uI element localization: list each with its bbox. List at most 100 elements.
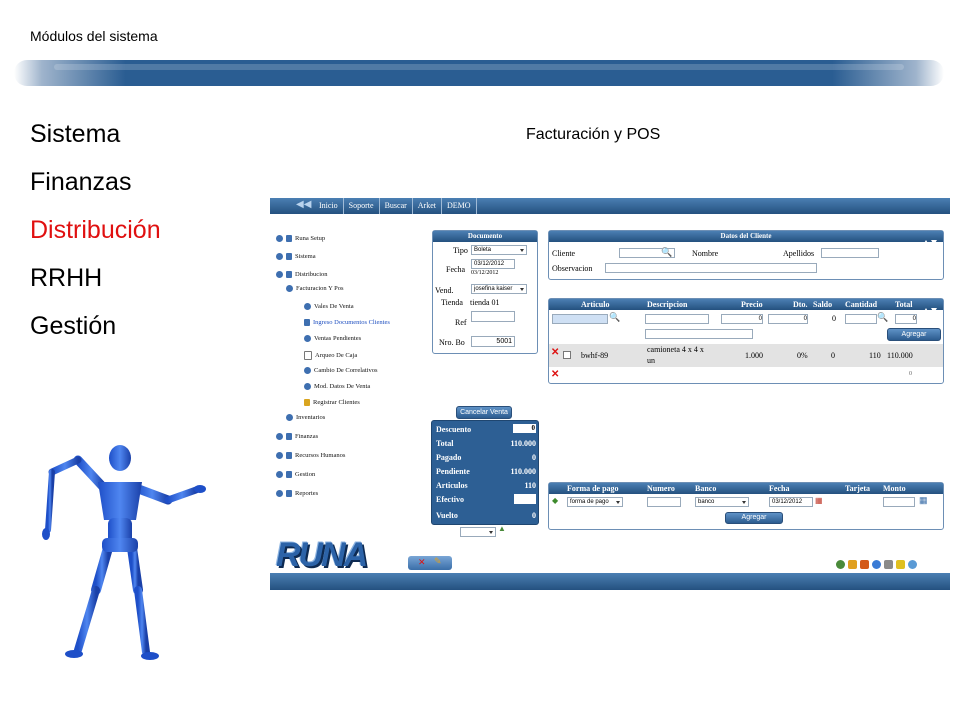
globe-icon[interactable] [872, 560, 881, 569]
precio-input[interactable]: 0 [721, 314, 763, 324]
nav-inicio[interactable]: Inicio [314, 198, 344, 214]
apellidos-input[interactable] [821, 248, 879, 258]
banco-select[interactable]: banco [695, 497, 749, 507]
nav-buscar[interactable]: Buscar [380, 198, 413, 214]
warning-icon[interactable] [848, 560, 857, 569]
search-icon[interactable]: 🔍 [877, 312, 888, 323]
vuelto-row: Vuelto 0 [436, 511, 536, 520]
search-icon[interactable]: 🔍 [661, 247, 672, 258]
search-icon[interactable]: 🔍 [609, 312, 620, 323]
tree-item-distribucion[interactable]: Distribucion [276, 271, 328, 278]
collapse-arrows-icon[interactable] [921, 300, 941, 313]
document-icon [304, 351, 312, 360]
gear-icon [304, 383, 311, 390]
tree-item-finanzas[interactable]: Finanzas [276, 433, 318, 440]
observacion-input[interactable] [605, 263, 817, 273]
help-icon[interactable] [908, 560, 917, 569]
tree-item-facturacion[interactable]: Facturacion Y Pos [286, 285, 344, 292]
tree-item-reportes[interactable]: Reportes [276, 490, 318, 497]
documento-panel: Documento Tipo Boleta Fecha 03/12/2012 0… [432, 230, 538, 354]
menu-item-rrhh[interactable]: RRHH [30, 264, 102, 293]
module-icon [286, 433, 292, 440]
tree-item-registrar[interactable]: Registrar Clientes [304, 399, 360, 406]
pendiente-row: Pendiente 110.000 [436, 467, 536, 476]
tree-item-vales[interactable]: Vales De Venta [304, 303, 354, 310]
total-input[interactable]: 0 [895, 314, 917, 324]
item-dto: 0% [797, 351, 808, 360]
gear-icon [304, 367, 311, 374]
ref-input[interactable] [471, 311, 515, 322]
delete-icon[interactable]: ✕ [551, 370, 559, 380]
menu-item-distribucion[interactable]: Distribución [30, 216, 161, 245]
nav-demo[interactable]: DEMO [442, 198, 477, 214]
pagado-row: Pagado 0 [436, 453, 536, 462]
tree-item-rrhh[interactable]: Recursos Humanos [276, 452, 345, 459]
tree-item-sistema[interactable]: Sistema [276, 253, 316, 260]
module-icon [286, 271, 292, 278]
efectivo-input[interactable] [514, 494, 536, 504]
tipo-select[interactable]: Boleta [471, 245, 527, 255]
item-descripcion-2: un [647, 356, 655, 365]
payment-icon[interactable]: ◆ [552, 496, 558, 505]
tree-item-gestion[interactable]: Gestion [276, 471, 315, 478]
collapse-arrows-icon[interactable] [921, 232, 941, 245]
settings-icon[interactable] [884, 560, 893, 569]
numero-input[interactable] [647, 497, 681, 507]
agregar-pago-button[interactable]: Agregar [725, 512, 783, 524]
descripcion-input[interactable] [645, 314, 709, 324]
nav-arket[interactable]: Arket [413, 198, 442, 214]
monto-input[interactable] [883, 497, 915, 507]
money-icon[interactable]: ▲ [498, 524, 506, 533]
tray-icons [836, 560, 917, 569]
menu-item-sistema[interactable]: Sistema [30, 120, 120, 149]
tienda-label: Tienda [441, 298, 463, 307]
articulos-panel: Articulo Descripcion Precio Dto. Saldo C… [548, 298, 944, 384]
bottom-tool-group[interactable]: ✕ ✎ [408, 556, 452, 570]
tree-item-ventas[interactable]: Ventas Pendientes [304, 335, 361, 342]
descuento-input[interactable]: 0 [513, 424, 536, 433]
menu-item-finanzas[interactable]: Finanzas [30, 168, 131, 197]
row-checkbox[interactable] [563, 351, 571, 359]
check-icon [276, 235, 283, 242]
vend-select[interactable]: josefina kaiser [471, 284, 527, 294]
dto-input[interactable]: 0 [768, 314, 808, 324]
tree-item-ingreso[interactable]: Ingreso Documentos Clientes [304, 319, 390, 326]
tree-item-cambio[interactable]: Cambio De Correlativos [304, 367, 378, 374]
tree-item-arqueo[interactable]: Arqueo De Caja [304, 351, 357, 360]
nrobo-input[interactable]: 5001 [471, 336, 515, 347]
cancelar-venta-button[interactable]: Cancelar Venta [456, 406, 512, 419]
figure-illustration [42, 445, 206, 660]
articulos-row: Articulos 110 [436, 481, 536, 490]
col-banco: Banco [695, 484, 717, 493]
module-icon [286, 452, 292, 459]
fecha-input[interactable]: 03/12/2012 [471, 259, 515, 269]
forma-pago-select[interactable]: forma de pago [567, 497, 623, 507]
nav-soporte[interactable]: Soporte [344, 198, 380, 214]
user-icon[interactable] [896, 560, 905, 569]
col-descripcion: Descripcion [647, 300, 688, 309]
status-icon[interactable] [836, 560, 845, 569]
calculator-icon[interactable]: ▦ [919, 495, 928, 506]
col-cantidad: Cantidad [845, 300, 878, 309]
col-fecha: Fecha [769, 484, 790, 493]
fecha-pago-input[interactable]: 03/12/2012 [769, 497, 813, 507]
tree-item-runa-setup[interactable]: Runa Setup [276, 235, 325, 242]
back-arrows-icon[interactable]: ◀◀ [296, 199, 311, 210]
item-articulo: bwhf-89 [581, 351, 609, 360]
tipo-label: Tipo [453, 246, 468, 255]
currency-select[interactable] [460, 527, 496, 537]
delete-icon[interactable]: ✕ [551, 348, 559, 358]
tree-item-inventarios[interactable]: Inventarios [286, 414, 325, 421]
item-precio: 1.000 [745, 351, 763, 360]
cantidad-input[interactable] [845, 314, 877, 324]
runa-logo: RUNA [276, 536, 368, 574]
col-precio: Precio [741, 300, 763, 309]
folder-icon[interactable] [860, 560, 869, 569]
menu-item-gestion[interactable]: Gestión [30, 312, 116, 341]
tree-item-mod-datos[interactable]: Mod. Datos De Venta [304, 383, 370, 390]
descripcion-detail-input[interactable] [645, 329, 753, 339]
articulo-input[interactable] [552, 314, 608, 324]
gear-icon [304, 335, 311, 342]
calendar-icon[interactable]: ▦ [815, 496, 823, 505]
agregar-articulo-button[interactable]: Agregar [887, 328, 941, 341]
